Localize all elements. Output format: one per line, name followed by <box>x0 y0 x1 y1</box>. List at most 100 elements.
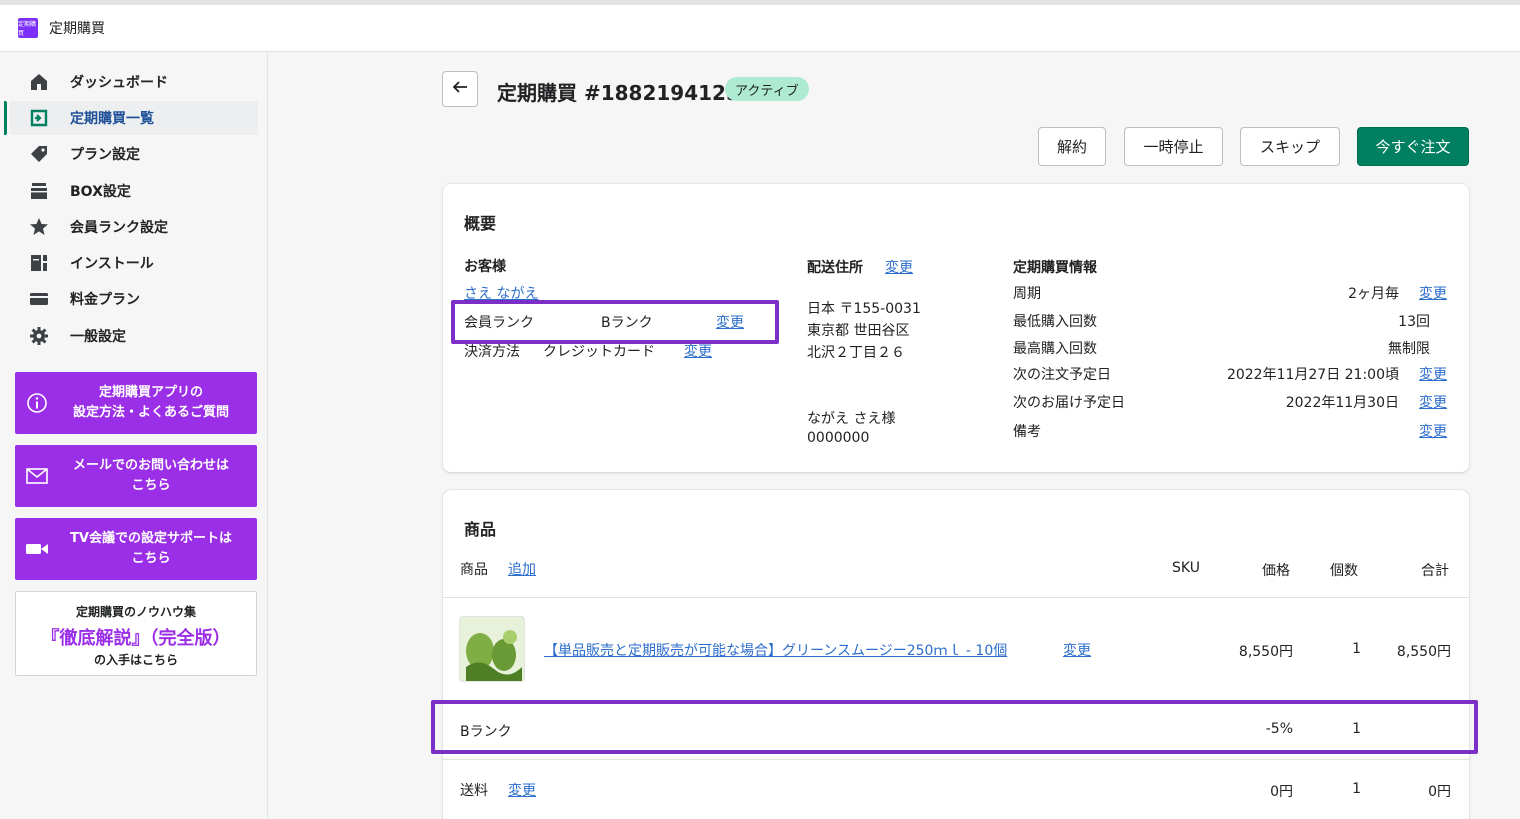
tag-icon <box>28 143 50 165</box>
info-label: 最高購入回数 <box>1013 341 1097 357</box>
sidebar-item-label: 会員ランク設定 <box>70 220 168 236</box>
email-contact-banner[interactable]: メールでのお問い合わせは こちら <box>15 445 257 507</box>
page-title: 定期購買 #1882194125 <box>497 81 740 105</box>
payment-change-link[interactable]: 変更 <box>684 341 712 361</box>
card-icon <box>28 288 50 310</box>
note-change-link[interactable]: 変更 <box>1419 421 1447 441</box>
product-total: 8,550円 <box>1396 644 1451 660</box>
sidebar-item-dashboard[interactable]: ダッシュボード <box>10 65 258 99</box>
sidebar-item-plans[interactable]: プラン設定 <box>10 137 258 171</box>
rank-discount-qty: 1 <box>1352 721 1361 737</box>
member-rank-value: Bランク <box>601 315 653 331</box>
mail-icon <box>15 467 59 485</box>
video-support-banner[interactable]: TV会議での設定サポートは こちら <box>15 518 257 580</box>
product-qty: 1 <box>1352 641 1361 657</box>
payment-value: クレジットカード <box>543 344 655 360</box>
add-product-link[interactable]: 追加 <box>508 559 536 579</box>
member-rank-change-link[interactable]: 変更 <box>716 312 744 332</box>
sidebar-item-member-rank[interactable]: 会員ランク設定 <box>10 210 258 244</box>
column-header-price: 価格 <box>1262 563 1290 579</box>
rank-discount-label: Bランク <box>460 724 512 740</box>
divider <box>443 597 1469 598</box>
sidebar-item-box[interactable]: BOX設定 <box>10 174 258 208</box>
arrow-left-icon <box>451 78 469 100</box>
skip-button[interactable]: スキップ <box>1240 127 1340 166</box>
home-icon <box>28 71 50 93</box>
sidebar-item-install[interactable]: インストール <box>10 246 258 280</box>
faq-banner[interactable]: 定期購買アプリの 設定方法・よくあるご質問 <box>15 372 257 434</box>
sidebar-item-label: 定期購買一覧 <box>70 111 154 127</box>
box-icon <box>28 180 50 202</box>
knowhow-line: の入手はこちら <box>93 653 178 667</box>
info-label: 次のお届け予定日 <box>1013 395 1125 411</box>
info-label: 周期 <box>1013 286 1041 302</box>
sidebar-item-general[interactable]: 一般設定 <box>10 319 258 353</box>
back-button[interactable] <box>442 71 478 107</box>
column-header-sku: SKU <box>1172 560 1200 576</box>
shipping-fee-total: 0円 <box>1428 784 1451 800</box>
shipping-fee-label: 送料 <box>460 783 488 799</box>
info-label: 備考 <box>1013 424 1041 440</box>
order-now-button[interactable]: 今すぐ注文 <box>1357 127 1469 166</box>
next-delivery-change-link[interactable]: 変更 <box>1419 392 1447 412</box>
video-icon <box>15 541 59 557</box>
info-icon <box>15 392 59 414</box>
overview-title: 概要 <box>464 214 497 233</box>
sidebar-item-pricing[interactable]: 料金プラン <box>10 282 258 316</box>
recipient-name: ながえ さえ様 <box>807 411 896 427</box>
member-rank-label: 会員ランク <box>464 315 534 331</box>
divider <box>443 759 1469 760</box>
sidebar-item-subscriptions[interactable]: 定期購買一覧 <box>4 101 258 135</box>
pause-button[interactable]: 一時停止 <box>1124 127 1223 166</box>
sidebar: ダッシュボード 定期購買一覧 プラン設定 BOX設定 会員ランク設定 インストー… <box>4 52 268 819</box>
shipping-fee-qty: 1 <box>1352 781 1361 797</box>
gear-icon <box>28 325 50 347</box>
divider <box>443 700 1469 701</box>
products-title: 商品 <box>464 520 497 539</box>
shipping-fee-price: 0円 <box>1270 784 1293 800</box>
customer-name-link[interactable]: さえ ながえ <box>464 283 538 303</box>
banner-line: 設定方法・よくあるご質問 <box>72 405 229 420</box>
product-price: 8,550円 <box>1238 644 1293 660</box>
product-change-link[interactable]: 変更 <box>1063 640 1091 660</box>
info-value: 2022年11月27日 21:00頃 <box>1226 367 1399 383</box>
info-value: 2ヶ月毎 <box>1348 286 1399 302</box>
recipient-phone: 0000000 <box>807 430 870 446</box>
top-bar: 定期購買 定期購買 <box>0 0 1520 52</box>
install-icon <box>28 252 50 274</box>
knowhow-line: 定期購買のノウハウ集 <box>75 605 196 619</box>
rank-discount-value: -5% <box>1265 721 1293 737</box>
cancel-subscription-button[interactable]: 解約 <box>1038 127 1106 166</box>
column-header-qty: 個数 <box>1330 563 1358 579</box>
shipping-change-link[interactable]: 変更 <box>885 257 913 277</box>
products-card: 商品 商品 追加 SKU 価格 個数 合計 【単品販売と定期販売が可能な場合】グ… <box>443 490 1469 819</box>
info-value: 無制限 <box>1388 341 1430 357</box>
knowhow-banner[interactable]: 定期購買のノウハウ集 『徹底解説』（完全版） の入手はこちら <box>15 591 257 676</box>
shipping-fee-change-link[interactable]: 変更 <box>508 780 536 800</box>
info-label: 最低購入回数 <box>1013 314 1097 330</box>
banner-line: こちら <box>131 551 171 566</box>
overview-card: 概要 お客様 さえ ながえ 会員ランク Bランク 変更 決済方法 クレジットカー… <box>443 184 1469 472</box>
app-logo: 定期購買 <box>18 18 38 38</box>
banner-line: TV会議での設定サポートは <box>70 531 232 546</box>
address-line: 北沢２丁目２６ <box>807 345 905 361</box>
info-value: 2022年11月30日 <box>1285 395 1399 411</box>
banner-line: メールでのお問い合わせは <box>72 458 229 473</box>
sidebar-item-label: プラン設定 <box>70 147 140 163</box>
address-line: 東京都 世田谷区 <box>807 323 910 339</box>
shipping-heading: 配送住所 <box>807 260 863 276</box>
star-icon <box>28 216 50 238</box>
payment-label: 決済方法 <box>464 344 520 360</box>
cycle-change-link[interactable]: 変更 <box>1419 283 1447 303</box>
sidebar-item-label: BOX設定 <box>70 184 131 200</box>
subscription-list-icon <box>28 107 50 129</box>
product-name-link[interactable]: 【単品販売と定期販売が可能な場合】グリーンスムージー250ｍｌ - 10個 <box>544 640 1007 660</box>
banner-line: こちら <box>131 478 171 493</box>
info-value: 13回 <box>1398 314 1430 330</box>
knowhow-headline: 『徹底解説』（完全版） <box>41 628 231 649</box>
next-order-change-link[interactable]: 変更 <box>1419 364 1447 384</box>
info-label: 次の注文予定日 <box>1013 367 1111 383</box>
sidebar-item-label: ダッシュボード <box>70 75 168 91</box>
sidebar-item-label: 料金プラン <box>70 292 140 308</box>
sidebar-item-label: 一般設定 <box>70 329 126 345</box>
